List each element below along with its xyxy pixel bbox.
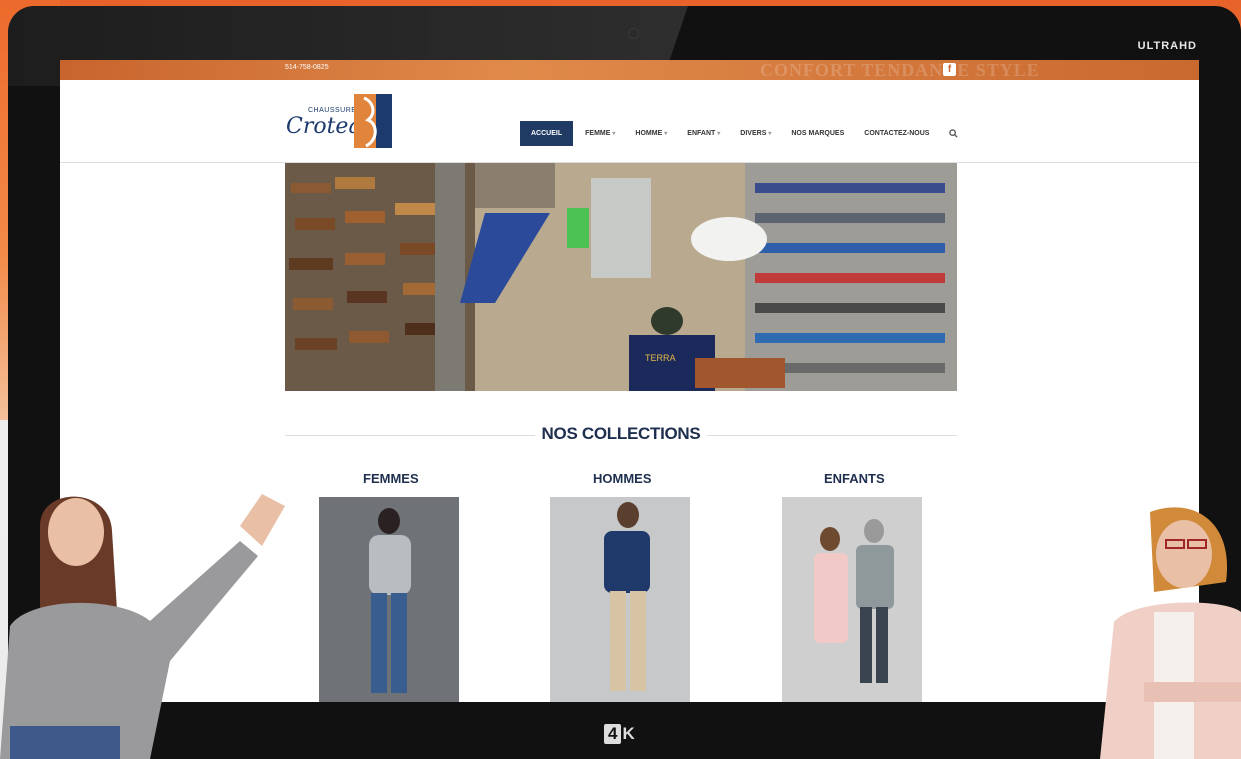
4k-logo: 4K <box>604 724 662 748</box>
site-logo[interactable]: CHAUSSURES Croteau <box>286 94 396 150</box>
right-shoe-wall <box>745 163 957 391</box>
collection-image-femmes[interactable] <box>319 497 459 702</box>
chevron-down-icon: ▾ <box>717 130 721 137</box>
nav-divers-label: DIVERS <box>740 129 767 137</box>
nav-femme-label: FEMME <box>585 129 611 137</box>
slogan-watermark: CONFORT TENDANCE STYLE <box>760 60 1040 80</box>
green-chair <box>567 208 589 248</box>
woman-arms-crossed-image <box>1100 507 1241 759</box>
nav-enfant-label: ENFANT <box>687 129 716 137</box>
nav-accueil[interactable]: ACCUEIL <box>520 120 574 146</box>
nav-homme[interactable]: HOMME ▾ <box>635 130 667 137</box>
heading-line-right <box>707 435 957 436</box>
4k-logo-text: K <box>622 724 635 743</box>
hero-cap-text: TERRA <box>645 353 676 363</box>
center-shelf <box>591 178 651 278</box>
heading-line-left <box>285 435 535 436</box>
nav-nos-marques[interactable]: NOS MARQUES <box>791 130 844 137</box>
collections-title: NOS COLLECTIONS <box>541 424 701 443</box>
chevron-down-icon: ▾ <box>664 130 668 137</box>
site-header: CHAUSSURES Croteau ACCUEIL FEMME ▾ HOMME ▾… <box>60 80 1199 163</box>
nav-enfant[interactable]: ENFANT ▾ <box>687 130 720 137</box>
woman-pointing-image <box>0 494 285 759</box>
phone-number[interactable]: 514-758-0825 <box>285 64 329 71</box>
chevron-down-icon: ▾ <box>768 130 772 137</box>
main-nav: ACCUEIL FEMME ▾ HOMME ▾ ENFANT ▾ DIVERS ▾ NO… <box>520 120 959 146</box>
collection-image-hommes[interactable] <box>550 497 690 702</box>
nav-homme-label: HOMME <box>635 129 663 137</box>
bench <box>695 358 785 388</box>
pendant-lamp <box>691 217 767 261</box>
webcam <box>628 28 639 39</box>
topbar: 514-758-0825 CONFORT TENDANCE STYLE f <box>60 60 1199 80</box>
collection-image-enfants[interactable] <box>782 497 922 702</box>
stone-pillar <box>435 163 465 391</box>
search-icon[interactable] <box>949 128 959 138</box>
nav-divers[interactable]: DIVERS ▾ <box>740 130 771 137</box>
nav-contactez-nous[interactable]: CONTACTEZ-NOUS <box>864 130 929 137</box>
collection-label-femmes[interactable]: FEMMES <box>363 471 419 486</box>
logo-mark-icon <box>354 94 392 148</box>
facebook-icon[interactable]: f <box>943 63 956 76</box>
chevron-down-icon: ▾ <box>612 130 616 137</box>
nav-femme[interactable]: FEMME ▾ <box>585 130 615 137</box>
collection-label-enfants[interactable]: ENFANTS <box>824 471 885 486</box>
hero-store-image: TERRA <box>285 163 957 391</box>
ultrahd-badge: ULTRAHD <box>1137 40 1197 52</box>
4k-logo-box: 4 <box>604 724 622 744</box>
collection-label-hommes[interactable]: HOMMES <box>593 471 652 486</box>
collections-heading: NOS COLLECTIONS <box>285 424 957 444</box>
